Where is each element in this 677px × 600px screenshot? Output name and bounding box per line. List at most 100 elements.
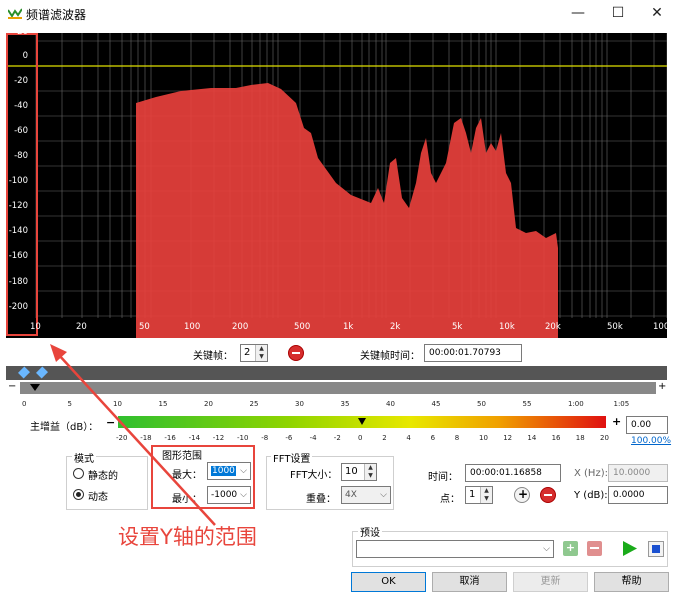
timeline-zoom-in-button[interactable]: + — [658, 381, 666, 392]
delete-preset-button[interactable] — [587, 541, 602, 556]
gain-tick-label: 20 — [600, 434, 609, 442]
point-label: 点： — [440, 494, 460, 505]
x-hz-label: X (Hz): — [574, 468, 608, 479]
preset-combo[interactable]: ⌵ — [356, 540, 554, 558]
timeline-tick-label: 45 — [431, 400, 441, 408]
y-tick-label: -120 — [8, 201, 28, 211]
gain-tick-label: -8 — [261, 434, 269, 442]
update-button[interactable]: 更新 — [513, 572, 588, 592]
y-tick-label: 20 — [17, 27, 28, 37]
fft-size-label: FFT大小： — [290, 470, 338, 481]
overlap-value: 4X — [345, 490, 357, 500]
x-tick-label: 50 — [139, 322, 150, 332]
timeline-tick-label: 40 — [386, 400, 395, 408]
timeline-tick-label: 25 — [249, 400, 259, 408]
spectrum-fill — [136, 83, 558, 338]
y-db-field[interactable]: 0.0000 — [608, 486, 668, 504]
add-preset-button[interactable]: + — [563, 541, 578, 556]
spin-arrows-icon[interactable]: ▲ ▼ — [364, 464, 376, 480]
x-tick-label: 500 — [294, 322, 311, 332]
cancel-button[interactable]: 取消 — [432, 572, 507, 592]
chevron-down-icon: ⌵ — [240, 490, 247, 500]
chevron-down-icon: ⌵ — [543, 544, 550, 554]
stop-icon — [652, 545, 660, 553]
stop-button[interactable] — [648, 541, 664, 557]
point-spinner[interactable]: 1 ▲ ▼ — [465, 486, 493, 504]
delete-keyframe-button[interactable] — [288, 345, 304, 361]
gain-tick-label: 16 — [551, 434, 561, 442]
gain-tick-label: 12 — [503, 434, 513, 442]
x-hz-field[interactable]: 10.0000 — [608, 464, 668, 482]
timeline-tick-label: 1:05 — [613, 400, 630, 408]
playhead-icon[interactable] — [30, 384, 40, 391]
timeline-tick-label: 35 — [340, 400, 350, 408]
keyframe-spinner[interactable]: 2 ▲ ▼ — [240, 344, 268, 362]
play-icon — [623, 541, 637, 556]
x-tick-label: 200 — [232, 322, 249, 332]
preset-group-title: 预设 — [358, 524, 382, 539]
x-tick-label: 2k — [390, 322, 401, 332]
gain-tick-label: 2 — [382, 434, 387, 442]
x-tick-label: 1k — [343, 322, 354, 332]
y-tick-label: -140 — [8, 226, 28, 236]
minus-icon — [292, 352, 300, 354]
help-button[interactable]: 帮助 — [594, 572, 669, 592]
keyframe-value: 2 — [244, 347, 251, 358]
maximize-button[interactable]: ☐ — [598, 0, 638, 26]
gain-tick-label: 0 — [358, 434, 363, 442]
x-tick-label: 10 — [30, 322, 41, 332]
window-title: 频谱滤波器 — [26, 8, 87, 22]
delete-point-button[interactable] — [540, 487, 556, 503]
gain-tick-label: -2 — [333, 434, 341, 442]
annotation-arrow — [50, 344, 216, 526]
plus-icon: + — [565, 541, 576, 554]
chevron-down-icon: ⌵ — [380, 490, 387, 500]
gain-percent-link[interactable]: 100.00% — [631, 436, 671, 446]
x-tick-label: 20 — [76, 322, 87, 332]
gain-tick-label: 4 — [406, 434, 411, 442]
gain-increase-button[interactable]: + — [612, 415, 621, 428]
gain-tick-label: 8 — [454, 434, 460, 442]
gain-slider-thumb[interactable] — [358, 418, 366, 425]
point-value: 1 — [469, 489, 476, 500]
y-tick-label: -40 — [14, 101, 28, 111]
minimize-button[interactable]: — — [558, 0, 598, 26]
timeline-tick-label: 0 — [22, 400, 27, 408]
fft-group-title: FFT设置 — [271, 450, 313, 465]
y-tick-label: -80 — [14, 151, 28, 161]
spectrum-graph[interactable] — [6, 33, 667, 338]
gain-tick-label: 6 — [430, 434, 436, 442]
spin-arrows-icon[interactable]: ▲ ▼ — [480, 487, 492, 503]
timeline-tick-label: 55 — [522, 400, 532, 408]
plus-icon: + — [518, 487, 529, 501]
gain-tick-label: -6 — [285, 434, 293, 442]
gain-tick-label: 14 — [527, 434, 537, 442]
x-tick-label: 10k — [499, 322, 515, 332]
y-tick-label: -20 — [14, 76, 28, 86]
y-tick-label: -160 — [8, 251, 28, 261]
overlap-label: 重叠： — [306, 494, 336, 505]
spin-arrows-icon[interactable]: ▲ ▼ — [255, 345, 267, 361]
gain-value-field[interactable]: 0.00 — [626, 416, 668, 434]
y-tick-label: 0 — [22, 51, 28, 61]
overlap-combo[interactable]: 4X ⌵ — [341, 486, 391, 504]
play-button[interactable] — [620, 540, 638, 557]
time-label: 时间： — [428, 472, 458, 483]
timeline-zoom-out-button[interactable]: − — [8, 381, 16, 392]
add-point-button[interactable]: + — [514, 487, 530, 503]
minus-icon — [590, 547, 599, 549]
timeline-tick-label: 50 — [477, 400, 486, 408]
gain-tick-label: 18 — [575, 434, 585, 442]
timeline-tick-label: 30 — [295, 400, 304, 408]
keyframe-time-field[interactable]: 00:00:01.70793 — [424, 344, 522, 362]
fft-size-value: 10 — [345, 466, 358, 477]
time-field[interactable]: 00:00:01.16858 — [465, 464, 561, 482]
app-icon — [8, 8, 22, 19]
keyframe-marker-icon[interactable] — [17, 366, 31, 379]
minus-icon — [544, 494, 552, 496]
chevron-down-icon: ⌵ — [240, 466, 247, 476]
fft-size-spinner[interactable]: 10 ▲ ▼ — [341, 463, 377, 481]
ok-button[interactable]: OK — [351, 572, 426, 592]
close-button[interactable]: ✕ — [637, 0, 677, 26]
keyframe-time-label: 关键帧时间： — [360, 351, 420, 362]
